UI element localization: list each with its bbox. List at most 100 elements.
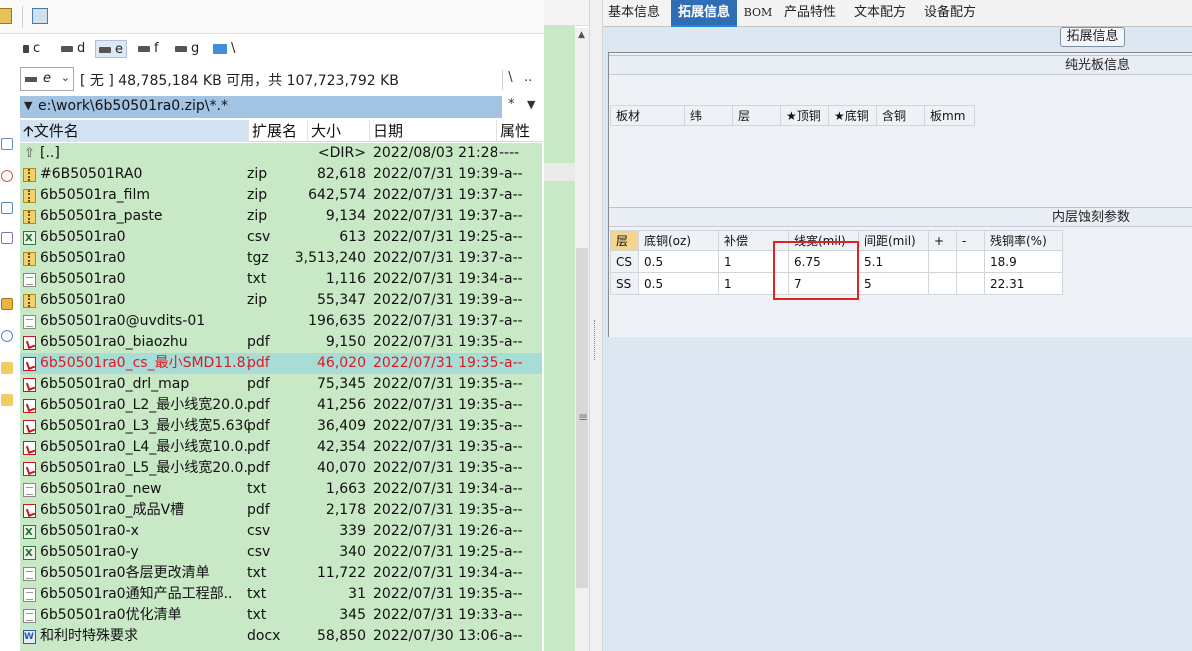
cell-layer[interactable]: CS	[610, 250, 639, 273]
file-row[interactable]: 6b50501ra0_成品V槽 pdf 2,178 2022/07/31 19:35-…	[20, 500, 542, 521]
column-name-header[interactable]: 🡩文件名	[20, 120, 249, 142]
tab-basic-info[interactable]: 基本信息	[603, 0, 665, 27]
folder-icon[interactable]	[1, 394, 13, 406]
triangle-down-icon[interactable]: ▼	[527, 98, 535, 111]
column-size-header[interactable]: 大小	[308, 120, 370, 142]
cell-comp[interactable]: 1	[718, 250, 789, 273]
table-row[interactable]: CS 0.5 1 6.75 5.1 18.9	[610, 250, 1063, 273]
file-row[interactable]: 6b50501ra0 zip 55,347 2022/07/31 19:39 -a--	[20, 290, 542, 311]
column-header[interactable]: 补偿	[718, 230, 789, 251]
file-attr: -a--	[499, 187, 523, 203]
cell-plus[interactable]	[928, 250, 957, 273]
tab-text-recipe[interactable]: 文本配方	[851, 0, 909, 27]
grip-icon[interactable]: ≡	[578, 410, 588, 424]
file-row[interactable]: 6b50501ra0各层更改清单 txt 11,722 2022/07/31 19:3…	[20, 563, 542, 584]
file-row[interactable]: 6b50501ra_film zip 642,574 2022/07/31 19:37…	[20, 185, 542, 206]
cell-width[interactable]: 6.75	[788, 250, 859, 273]
column-header[interactable]: ★顶铜	[780, 105, 829, 126]
section-title-button[interactable]: 拓展信息	[1060, 27, 1125, 47]
compare-icon[interactable]	[1, 202, 13, 214]
cell-base_cu[interactable]: 0.5	[638, 272, 719, 295]
file-row[interactable]: 和利时特殊要求docx58,8502022/07/30 13:06-a--	[20, 626, 542, 648]
file-name: 6b50501ra0	[40, 229, 126, 245]
package-icon[interactable]	[1, 298, 13, 310]
file-row[interactable]: 6b50501ra0_L5_最小线宽20.0.. pdf 40,070 2022/07…	[20, 458, 542, 479]
file-row[interactable]: 6b50501ra_paste zip 9,134 2022/07/31 19:37-…	[20, 206, 542, 227]
column-header[interactable]: 间距(mil)	[858, 230, 929, 251]
column-header[interactable]: 层	[732, 105, 781, 126]
column-header[interactable]: 板材	[610, 105, 685, 126]
column-attr-header[interactable]: 属性	[497, 120, 542, 142]
add-icon[interactable]	[1, 330, 13, 342]
file-row[interactable]: 6b50501ra0_L2_最小线宽20.0.. pdf 41,256 2022/07…	[20, 395, 542, 416]
column-header[interactable]: 底铜(oz)	[638, 230, 719, 251]
column-header[interactable]: 线宽(mil)	[788, 230, 859, 251]
folder-icon[interactable]	[1, 362, 13, 374]
cell-minus[interactable]	[956, 250, 985, 273]
cell-residual[interactable]: 22.31	[984, 272, 1063, 295]
cell-comp[interactable]: 1	[718, 272, 789, 295]
file-row[interactable]: [..] <DIR> 2022/08/03 21:28----	[20, 143, 542, 164]
cell-base_cu[interactable]: 0.5	[638, 250, 719, 273]
column-header[interactable]: ★底铜	[828, 105, 877, 126]
file-row[interactable]: 6b50501ra0 tgz 3,513,240 2022/07/31 19:37 -a…	[20, 248, 542, 269]
file-row[interactable]: 6b50501ra0-ycsv3402022/07/31 19:25-a--	[20, 542, 542, 564]
cell-spacing[interactable]: 5	[858, 272, 929, 295]
archive-icon[interactable]	[0, 8, 12, 24]
table-row[interactable]: SS 0.5 1 7 5 22.31	[610, 272, 1063, 295]
drive-g-button[interactable]: g	[172, 40, 202, 58]
file-row[interactable]: 6b50501ra0-xcsv3392022/07/31 19:26-a--	[20, 521, 542, 543]
notepad-icon[interactable]	[32, 8, 48, 24]
history-button[interactable]: *	[508, 97, 515, 112]
file-row[interactable]: 6b50501ra0@uvdits-01 196,635 2022/07/31 19…	[20, 311, 542, 332]
column-header[interactable]: 层	[610, 230, 639, 251]
column-header[interactable]: 纬	[684, 105, 733, 126]
tab-product-features[interactable]: 产品特性	[781, 0, 839, 27]
drive-d-button[interactable]: d	[58, 40, 88, 58]
file-attr: -a--	[499, 439, 523, 455]
sync-icon[interactable]	[1, 232, 13, 244]
drive-e-button[interactable]: e	[95, 40, 127, 58]
column-date-header[interactable]: 日期	[370, 120, 497, 142]
cell-width[interactable]: 7	[788, 272, 859, 295]
column-header[interactable]: -	[956, 230, 985, 251]
drive-c-button[interactable]: c	[20, 40, 43, 58]
splitter-grip[interactable]	[594, 320, 597, 360]
cell-plus[interactable]	[928, 272, 957, 295]
file-row[interactable]: 6b50501ra0 txt 1,116 2022/07/31 19:34 -a--	[20, 269, 542, 290]
tab-equipment-recipe[interactable]: 设备配方	[921, 0, 979, 27]
file-row[interactable]: 6b50501ra0_new txt 1,663 2022/07/31 19:34 -a…	[20, 479, 542, 500]
file-name: 6b50501ra0	[40, 292, 126, 308]
cell-minus[interactable]	[956, 272, 985, 295]
tab-extended-info[interactable]: 拓展信息	[671, 0, 737, 27]
file-row[interactable]: 6b50501ra0csv6132022/07/31 19:25-a--	[20, 227, 542, 249]
network-drive-button[interactable]: \	[210, 40, 238, 58]
file-attr: -a--	[499, 292, 523, 308]
cell-layer[interactable]: SS	[610, 272, 639, 295]
file-row[interactable]: 6b50501ra0_L3_最小线宽5.630 pdf 36,409 2022/07/…	[20, 416, 542, 437]
scroll-up-arrow-icon[interactable]: ▲	[578, 30, 585, 40]
parent-dir-button[interactable]: ..	[524, 70, 532, 85]
column-ext-header[interactable]: 扩展名	[249, 120, 308, 142]
file-row[interactable]: 6b50501ra0_L4_最小线宽10.0.. pdf 42,354 2022/07…	[20, 437, 542, 458]
cell-spacing[interactable]: 5.1	[858, 250, 929, 273]
file-row[interactable]: 6b50501ra0_drl_map pdf 75,345 2022/07/31 19…	[20, 374, 542, 395]
column-header[interactable]: 含铜	[876, 105, 925, 126]
root-dir-button[interactable]: \	[502, 70, 518, 90]
drive-select[interactable]: e ⌄	[20, 67, 74, 91]
column-header[interactable]: 板mm	[924, 105, 975, 126]
cell-residual[interactable]: 18.9	[984, 250, 1063, 273]
file-row[interactable]: 6b50501ra0_biaozhu pdf 9,150 2022/07/31 19:…	[20, 332, 542, 353]
file-row[interactable]: 6b50501ra0通知产品工程部.. txt 31 2022/07/31 19:35…	[20, 584, 542, 605]
tab-bom[interactable]: BOM	[740, 0, 776, 27]
column-header[interactable]: +	[928, 230, 957, 251]
copy-icon[interactable]	[1, 138, 13, 150]
file-row[interactable]: 6b50501ra0_cs_最小SMD11.81 pdf 46,020 2022/07…	[20, 353, 542, 374]
column-header[interactable]: 残铜率(%)	[984, 230, 1063, 251]
path-bar[interactable]: ▼ e:\work\6b50501ra0.zip\*.*	[20, 96, 502, 118]
search-icon[interactable]	[1, 170, 13, 182]
drive-f-button[interactable]: f	[135, 40, 162, 58]
file-row[interactable]: #6B50501RA0 zip 82,618 2022/07/31 19:39 -a--	[20, 164, 542, 185]
file-row[interactable]: 6b50501ra0优化清单 txt 345 2022/07/31 19:33 -a--	[20, 605, 542, 626]
file-name: 和利时特殊要求	[40, 628, 138, 644]
